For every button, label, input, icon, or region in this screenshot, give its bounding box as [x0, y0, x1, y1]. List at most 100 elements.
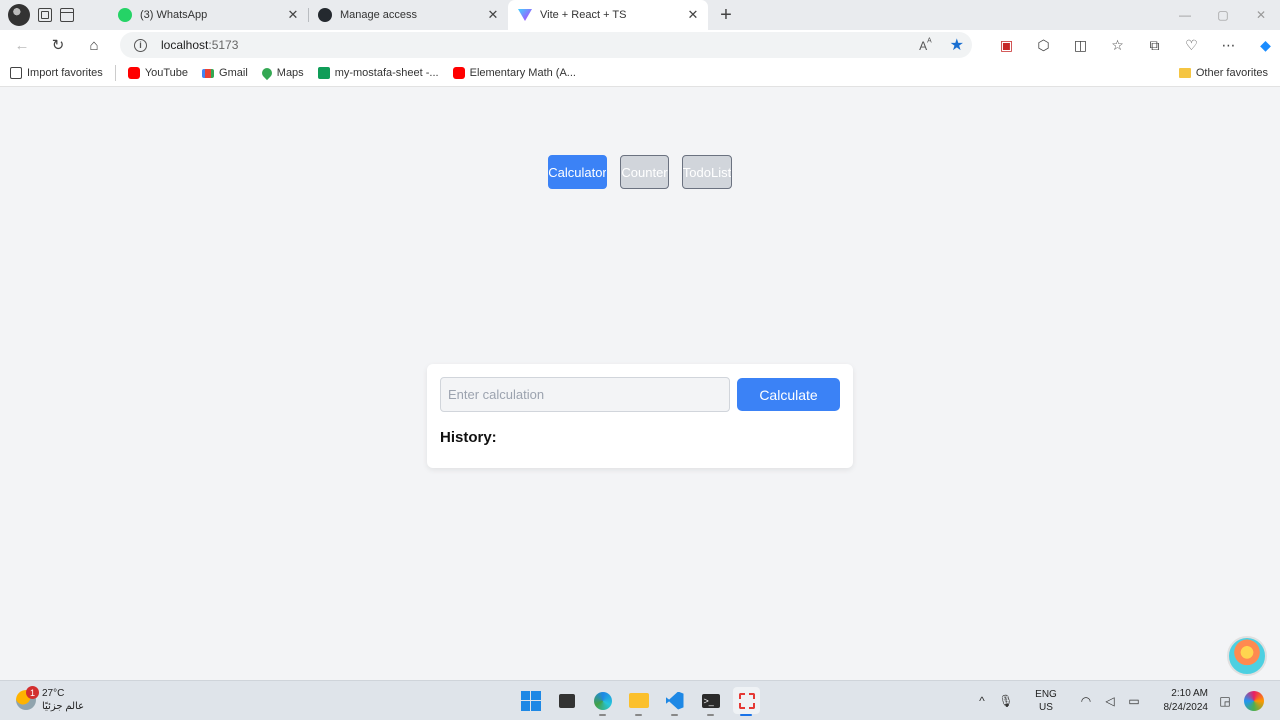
- taskbar-app-vscode[interactable]: [661, 687, 688, 716]
- gmail-icon: [202, 68, 215, 78]
- read-aloud-icon[interactable]: Aᴬ: [919, 37, 932, 53]
- calculator-card: Calculate History:: [427, 364, 853, 468]
- terminal-icon: >_: [701, 693, 720, 708]
- bookmark-gmail[interactable]: Gmail: [202, 67, 248, 79]
- pdf-extension-icon[interactable]: ▣: [988, 37, 1025, 54]
- nav-counter-button[interactable]: Counter: [620, 155, 669, 189]
- bookmark-label: my-mostafa-sheet -...: [334, 67, 439, 79]
- app-window-icon: [558, 693, 575, 708]
- close-tab-icon[interactable]: ✕: [486, 7, 500, 23]
- bookmark-sheet[interactable]: my-mostafa-sheet -...: [317, 67, 439, 79]
- youtube-icon: [127, 67, 140, 79]
- copilot-tray-icon[interactable]: [1244, 691, 1264, 711]
- vite-icon: [518, 9, 532, 21]
- tab-title: Vite + React + TS: [540, 9, 627, 21]
- maximize-icon[interactable]: ▢: [1204, 0, 1242, 30]
- tab-manage-access[interactable]: Manage access ✕: [308, 0, 508, 30]
- import-icon: [10, 67, 22, 79]
- close-window-icon[interactable]: ✕: [1242, 0, 1280, 30]
- wifi-icon[interactable]: ◠: [1074, 694, 1098, 708]
- bookmark-label: YouTube: [144, 67, 189, 79]
- new-tab-icon[interactable]: +: [708, 4, 744, 27]
- taskbar-app-edge[interactable]: [589, 687, 616, 716]
- tab-title: Manage access: [340, 9, 418, 21]
- youtube-icon: [452, 67, 465, 79]
- taskbar-app-snipping[interactable]: [733, 687, 760, 716]
- region-code: US: [1039, 702, 1053, 713]
- system-tray: ^ 🎙 ENG US ◠ ◁ ▭ 2:10 AM 8/24/2024 ◲: [970, 681, 1280, 720]
- tab-title: (3) WhatsApp: [140, 9, 208, 21]
- maps-icon: [259, 65, 274, 81]
- snipping-tool-icon: [738, 692, 755, 709]
- favorites-icon[interactable]: ☆: [1099, 37, 1136, 54]
- close-tab-icon[interactable]: ✕: [686, 7, 700, 23]
- url-port: :5173: [208, 38, 239, 52]
- close-tab-icon[interactable]: ✕: [286, 7, 300, 23]
- edge-icon: [593, 691, 612, 710]
- taskbar-app-dark[interactable]: [553, 687, 580, 714]
- bookmark-maps[interactable]: Maps: [259, 65, 304, 81]
- nav-todolist-button[interactable]: TodoList: [682, 155, 732, 189]
- bookmarks-bar: Import favorites YouTube Gmail Maps my-m…: [0, 60, 1280, 87]
- chevron-up-icon[interactable]: ^: [970, 694, 994, 708]
- taskbar-apps: >_: [517, 687, 760, 716]
- nav-calculator-button[interactable]: Calculator: [548, 155, 607, 189]
- floating-assistant-icon[interactable]: [1227, 636, 1267, 676]
- home-icon[interactable]: ⌂: [76, 30, 112, 60]
- clock-date: 8/24/2024: [1163, 702, 1209, 713]
- notifications-icon[interactable]: ◲: [1212, 694, 1238, 708]
- minimize-icon[interactable]: —: [1166, 0, 1204, 30]
- browser-essentials-icon[interactable]: ♡: [1173, 37, 1210, 54]
- url-host: localhost: [161, 38, 209, 52]
- tab-actions-icon[interactable]: [60, 8, 74, 22]
- start-button[interactable]: [517, 687, 544, 714]
- workspaces-icon[interactable]: [38, 8, 52, 22]
- github-icon: [318, 8, 332, 22]
- bookmark-elementary-math[interactable]: Elementary Math (A...: [452, 67, 576, 79]
- more-menu-icon[interactable]: ⋯: [1210, 37, 1247, 54]
- split-screen-icon[interactable]: ◫: [1062, 37, 1099, 54]
- calculate-button[interactable]: Calculate: [737, 378, 840, 411]
- windows-icon: [520, 690, 541, 711]
- battery-icon[interactable]: ▭: [1122, 694, 1146, 708]
- language-indicator[interactable]: ENG US: [1026, 688, 1066, 714]
- bookmark-label: Elementary Math (A...: [469, 67, 576, 79]
- back-icon[interactable]: ←: [4, 30, 40, 60]
- history-heading: History:: [440, 429, 497, 446]
- copilot-icon[interactable]: ◆: [1247, 37, 1280, 54]
- vscode-icon: [665, 691, 684, 710]
- taskbar-app-terminal[interactable]: >_: [697, 687, 724, 716]
- weather-temp: 27°C: [42, 688, 65, 699]
- extensions-icon[interactable]: ⬡: [1025, 37, 1062, 54]
- browser-toolbar: ← ↻ ⌂ i localhost:5173 Aᴬ ★ ▣ ⬡ ◫ ☆ ⧉ ♡ …: [0, 30, 1280, 84]
- bookmarks-divider: [114, 65, 116, 81]
- site-info-icon[interactable]: i: [134, 38, 147, 52]
- folder-icon: [1178, 68, 1191, 78]
- language-code: ENG: [1035, 689, 1057, 700]
- notification-badge: 1: [26, 686, 39, 699]
- bookmark-label: Maps: [276, 67, 304, 79]
- microphone-icon[interactable]: 🎙: [994, 694, 1018, 708]
- address-bar[interactable]: i localhost:5173 Aᴬ ★: [120, 32, 972, 58]
- file-explorer-icon: [628, 693, 649, 708]
- taskbar-app-explorer[interactable]: [625, 687, 652, 716]
- weather-icon: 1: [16, 686, 39, 710]
- calculation-input[interactable]: [440, 377, 730, 412]
- favorite-star-icon[interactable]: ★: [950, 35, 964, 55]
- profile-avatar[interactable]: [8, 4, 30, 26]
- weather-widget[interactable]: 1 27°C عالم جزئيًا: [16, 686, 84, 713]
- collections-icon[interactable]: ⧉: [1136, 37, 1173, 54]
- tab-vite-react[interactable]: Vite + React + TS ✕: [508, 0, 708, 30]
- bookmark-label: Other favorites: [1195, 67, 1268, 79]
- bookmark-youtube[interactable]: YouTube: [127, 67, 189, 79]
- clock[interactable]: 2:10 AM 8/24/2024: [1152, 687, 1209, 715]
- sheets-icon: [317, 67, 330, 79]
- tab-whatsapp[interactable]: (3) WhatsApp ✕: [108, 0, 308, 30]
- page-viewport: Calculator Counter TodoList Calculate Hi…: [4, 88, 1276, 678]
- bookmark-import-favorites[interactable]: Import favorites: [10, 67, 103, 79]
- clock-time: 2:10 AM: [1171, 688, 1208, 699]
- volume-icon[interactable]: ◁: [1098, 694, 1122, 708]
- bookmark-other-favorites[interactable]: Other favorites: [1178, 67, 1268, 79]
- app-nav: Calculator Counter TodoList: [548, 155, 732, 189]
- refresh-icon[interactable]: ↻: [40, 30, 76, 60]
